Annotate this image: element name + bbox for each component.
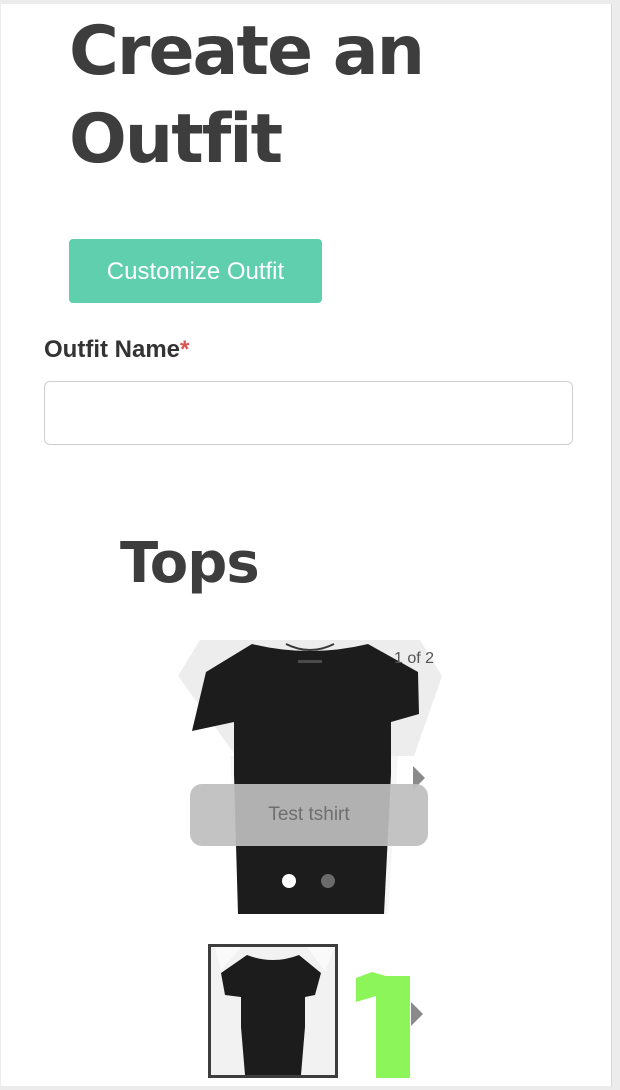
tops-carousel[interactable]: 1 of 2 Test tshirt <box>178 636 442 914</box>
thumbnails-next-arrow-icon[interactable] <box>411 1002 423 1026</box>
outfit-name-input[interactable] <box>44 381 573 445</box>
customize-outfit-button[interactable]: Customize Outfit <box>69 239 322 303</box>
tops-section-title: Tops <box>120 531 260 596</box>
thumbnail-1[interactable] <box>208 944 338 1078</box>
tshirt-black-thumb-icon <box>215 947 335 1075</box>
slide-caption: Test tshirt <box>190 784 428 846</box>
outfit-name-label: Outfit Name* <box>44 336 189 364</box>
carousel-dot-1[interactable] <box>282 874 296 888</box>
slide-counter: 1 of 2 <box>393 650 434 667</box>
required-mark: * <box>180 336 190 363</box>
tshirt-black-image <box>178 640 442 914</box>
tops-thumbnails <box>208 944 433 1084</box>
outfit-name-label-text: Outfit Name <box>44 336 181 363</box>
thumbnail-2[interactable] <box>356 944 410 1078</box>
page-title: Create an Outfit <box>69 12 425 179</box>
page: Create an Outfit Customize Outfit Outfit… <box>1 4 612 1086</box>
carousel-dot-2[interactable] <box>321 874 335 888</box>
tshirt-green-thumb-icon <box>356 972 410 1078</box>
